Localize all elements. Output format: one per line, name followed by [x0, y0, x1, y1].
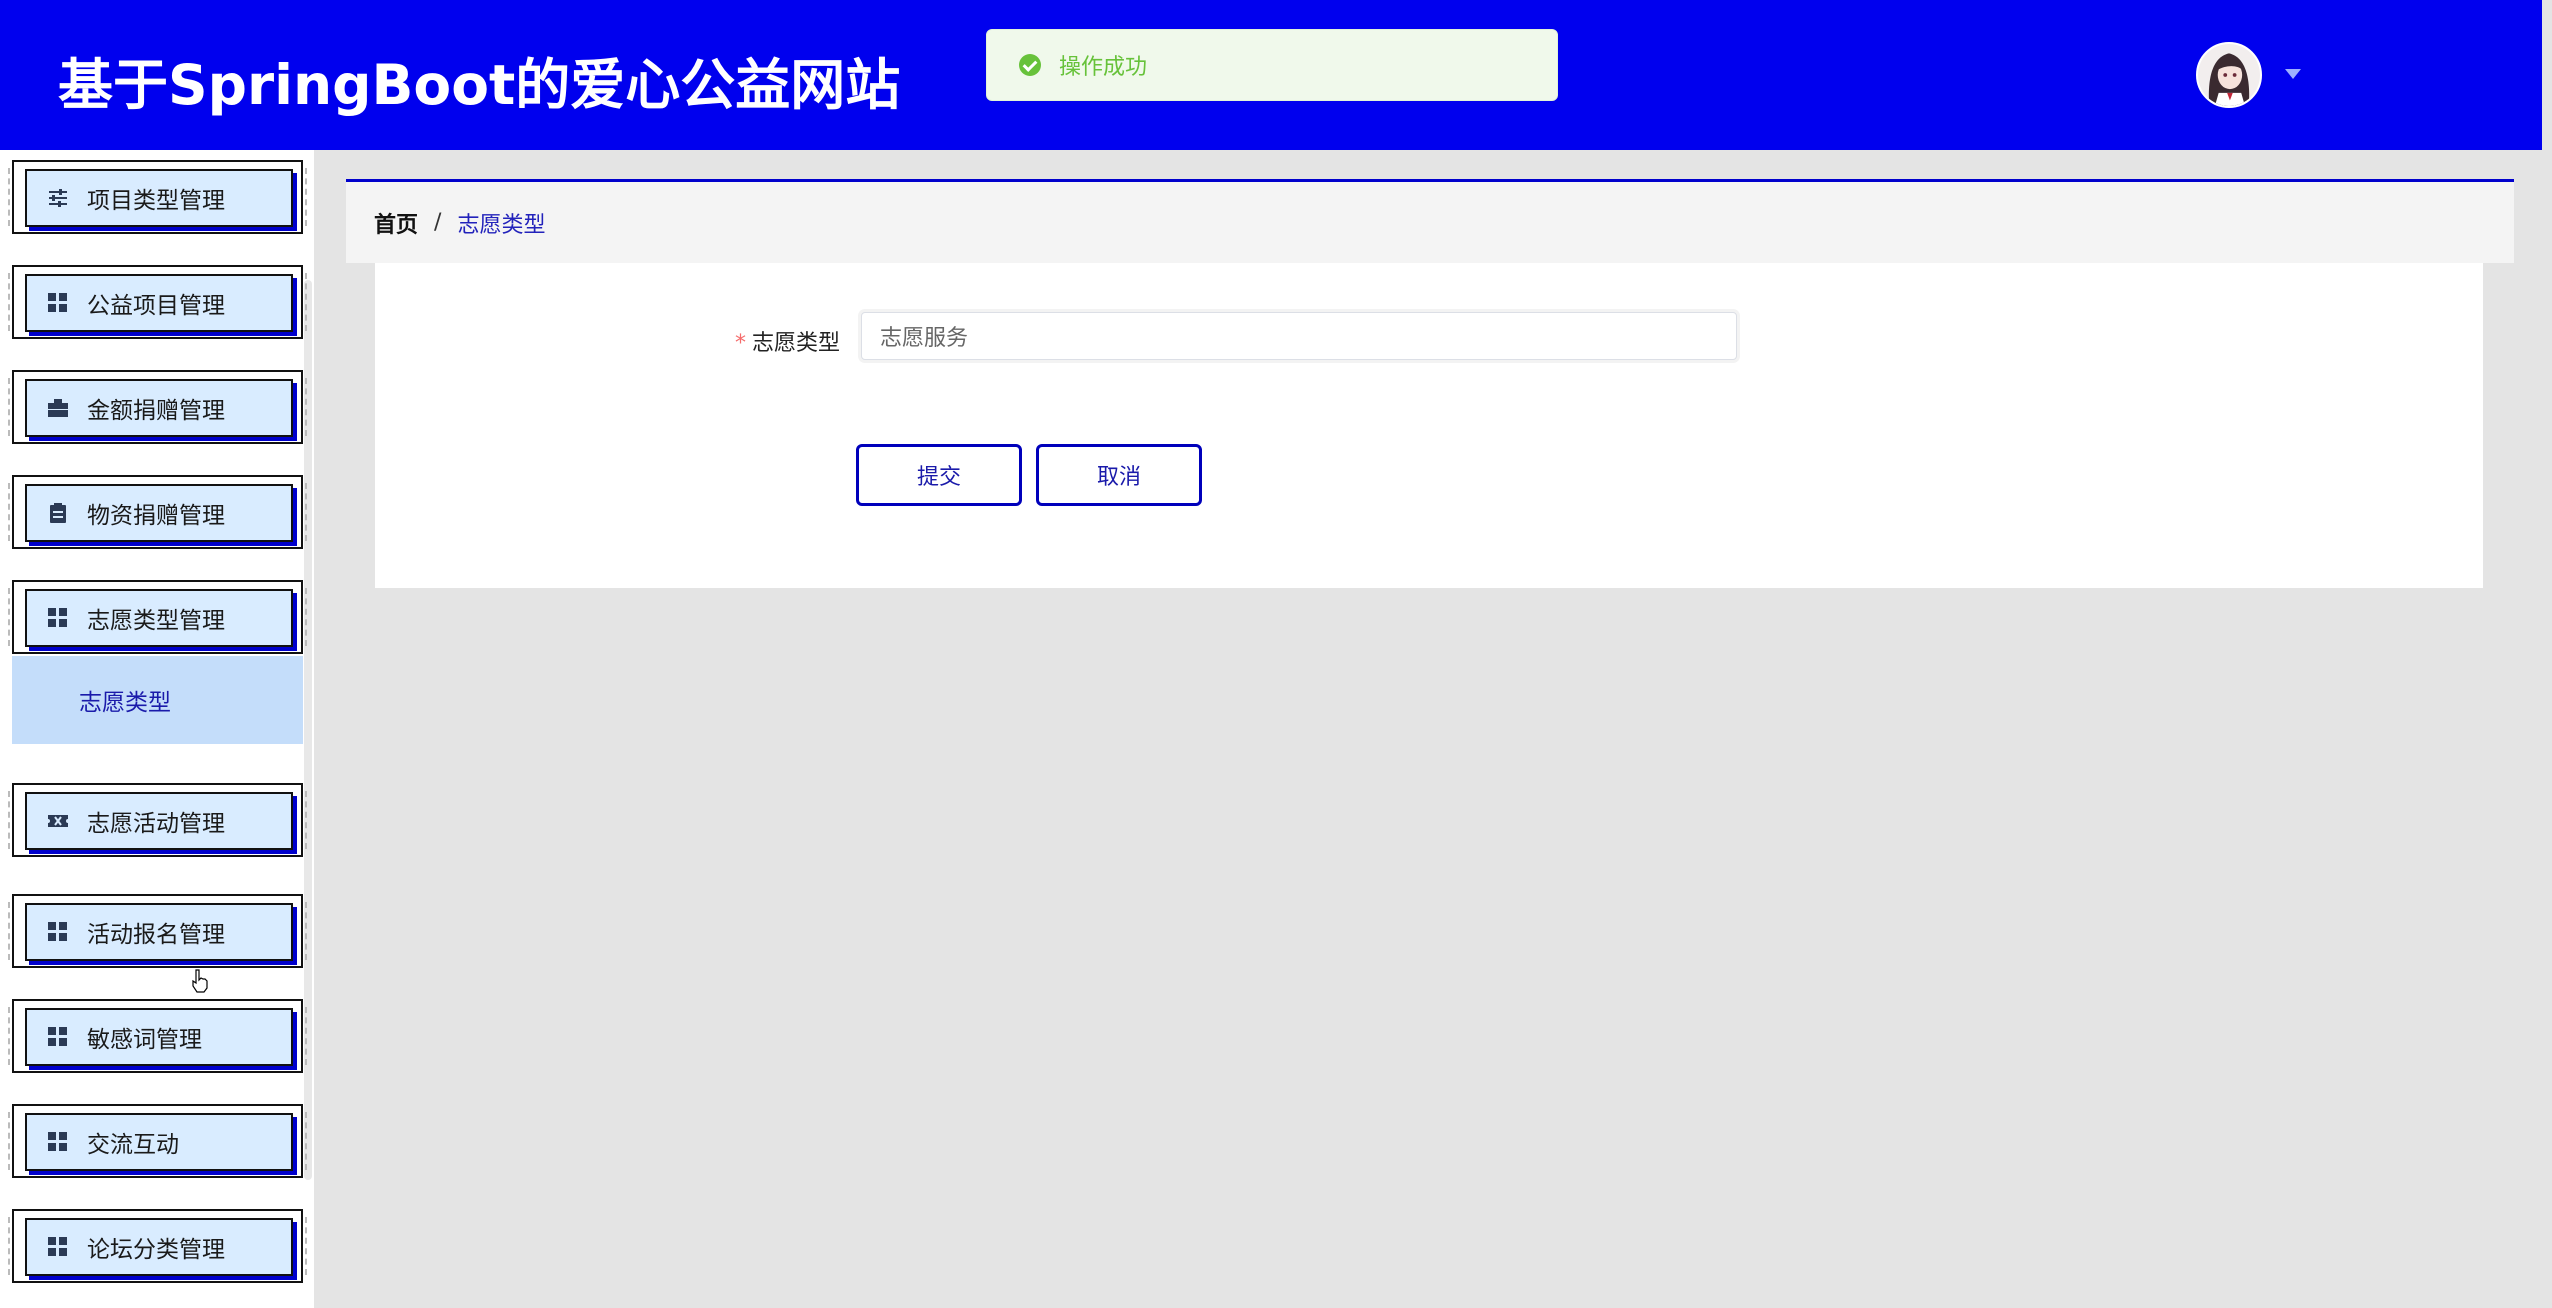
volunteer-type-input[interactable]: [861, 312, 1737, 360]
sidebar-item-goods-donation[interactable]: 物资捐赠管理: [8, 475, 307, 549]
submit-button[interactable]: 提交: [856, 444, 1022, 506]
sidebar-item-activity-signup[interactable]: 活动报名管理: [8, 894, 307, 968]
sidebar-item-label: 敏感词管理: [87, 1027, 202, 1053]
grid-icon: [47, 607, 69, 629]
sidebar-item-label: 公益项目管理: [87, 293, 225, 319]
sidebar: 项目类型管理 公益项目管理 金额捐赠管理 物资捐赠管理 志愿类型管理 志愿类型 …: [0, 150, 314, 1308]
top-header: 基于SpringBoot的爱心公益网站 操作成功: [0, 0, 2542, 150]
sidebar-scrollbar[interactable]: [304, 280, 312, 1180]
breadcrumb-separator: /: [434, 210, 442, 235]
clipboard-icon: [47, 502, 69, 524]
hand-cursor-icon: [192, 969, 208, 993]
avatar-image: [2198, 44, 2260, 106]
grid-icon: [47, 1236, 69, 1258]
grid-icon: [47, 921, 69, 943]
sidebar-item-forum-category[interactable]: 论坛分类管理: [8, 1209, 307, 1283]
sidebar-item-label: 活动报名管理: [87, 922, 225, 948]
briefcase-icon: [47, 397, 69, 419]
toast-message: 操作成功: [1059, 55, 1148, 80]
ticket-icon: [47, 810, 69, 832]
sidebar-item-label: 物资捐赠管理: [87, 503, 225, 529]
user-avatar[interactable]: [2196, 42, 2262, 108]
volunteer-type-label: * 志愿类型: [735, 325, 840, 357]
sliders-icon: [47, 187, 69, 209]
success-toast: 操作成功: [986, 29, 1558, 101]
sidebar-item-money-donation[interactable]: 金额捐赠管理: [8, 370, 307, 444]
grid-icon: [47, 1131, 69, 1153]
breadcrumb: 首页 / 志愿类型: [346, 179, 2514, 263]
sidebar-item-label: 项目类型管理: [87, 188, 225, 214]
sidebar-item-sensitive-words[interactable]: 敏感词管理: [8, 999, 307, 1073]
sidebar-item-interaction[interactable]: 交流互动: [8, 1104, 307, 1178]
grid-icon: [47, 292, 69, 314]
sidebar-item-label: 志愿活动管理: [87, 811, 225, 837]
volunteer-type-form: *志愿类型 提交 取消: [375, 263, 2483, 588]
form-label-text: 志愿类型: [752, 331, 841, 356]
caret-down-icon[interactable]: [2285, 69, 2301, 79]
submenu-item-volunteer-type[interactable]: 志愿类型: [12, 656, 303, 744]
grid-icon: [47, 1026, 69, 1048]
sidebar-item-label: 论坛分类管理: [87, 1237, 225, 1263]
sidebar-item-charity-project[interactable]: 公益项目管理: [8, 265, 307, 339]
breadcrumb-home[interactable]: 首页: [374, 207, 418, 239]
sidebar-item-label: 金额捐赠管理: [87, 398, 225, 424]
site-title: 基于SpringBoot的爱心公益网站: [58, 53, 901, 117]
check-circle-icon: [1019, 54, 1041, 76]
required-mark: *: [735, 331, 746, 356]
submenu-item-label: 志愿类型: [79, 690, 171, 716]
sidebar-item-label: 交流互动: [87, 1132, 179, 1158]
sidebar-item-volunteer-type[interactable]: 志愿类型管理: [8, 580, 307, 654]
breadcrumb-current: 志愿类型: [457, 212, 546, 238]
sidebar-item-label: 志愿类型管理: [87, 608, 225, 634]
sidebar-item-project-type[interactable]: 项目类型管理: [8, 160, 307, 234]
cancel-button[interactable]: 取消: [1036, 444, 1202, 506]
sidebar-item-volunteer-activity[interactable]: 志愿活动管理: [8, 783, 307, 857]
